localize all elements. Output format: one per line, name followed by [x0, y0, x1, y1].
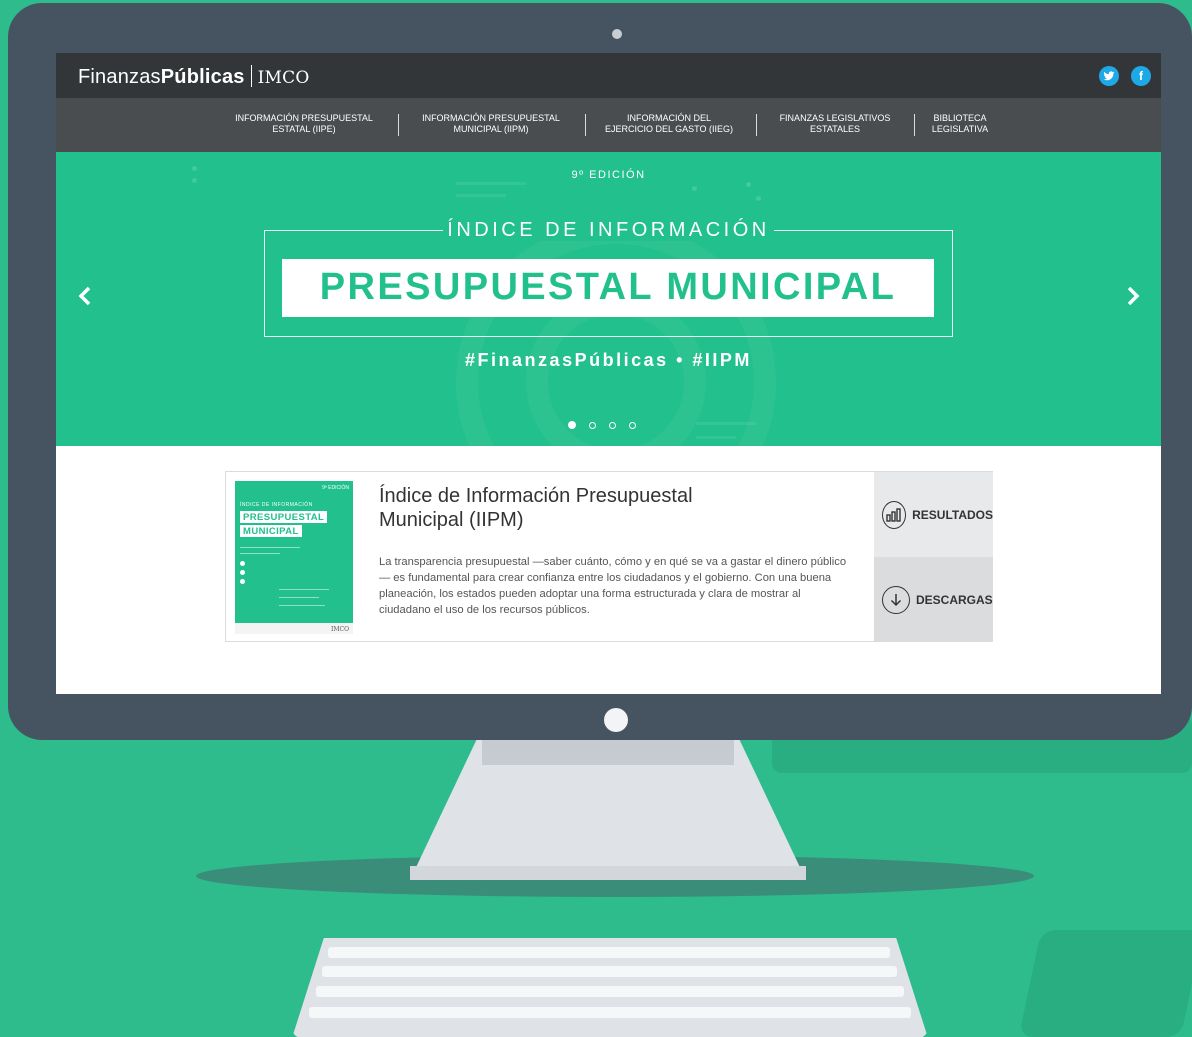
cover-subtitle: ÍNDICE DE INFORMACIÓN	[240, 502, 313, 508]
hero-decoration	[692, 186, 697, 191]
main-nav: INFORMACIÓN PRESUPUESTAL ESTATAL (IIPE) …	[56, 98, 1161, 152]
slider-dots	[568, 416, 649, 434]
keyboard-row	[322, 966, 897, 977]
top-bar: FinanzasPúblicas IMCO f	[56, 53, 1161, 98]
twitter-icon[interactable]	[1099, 66, 1119, 86]
cover-partner-logo: IMCO	[330, 626, 349, 633]
results-button[interactable]: RESULTADOS	[874, 472, 993, 557]
hero-decoration	[746, 182, 751, 187]
brand-text-light: Finanzas	[78, 66, 161, 88]
nav-item-iipm[interactable]: INFORMACIÓN PRESUPUESTAL MUNICIPAL (IIPM…	[417, 113, 565, 135]
slider-dot[interactable]	[589, 422, 596, 429]
power-button	[604, 708, 628, 732]
nav-separator	[756, 114, 757, 136]
report-card: 9ª EDICIÓN ÍNDICE DE INFORMACIÓN PRESUPU…	[225, 471, 993, 642]
hero-subtitle-text: ÍNDICE DE INFORMACIÓN	[443, 219, 774, 241]
nav-separator	[585, 114, 586, 136]
cover-decoration	[279, 605, 325, 606]
slider-dot[interactable]	[629, 422, 636, 429]
cover-edition: 9ª EDICIÓN	[322, 485, 349, 491]
nav-separator	[398, 114, 399, 136]
brand-logo[interactable]: FinanzasPúblicas IMCO	[78, 65, 310, 89]
downloads-button[interactable]: DESCARGAS	[874, 557, 993, 642]
download-arrow-icon	[882, 585, 910, 614]
brand-text-bold: Públicas	[160, 66, 245, 88]
nav-item-iieg[interactable]: INFORMACIÓN DEL EJERCICIO DEL GASTO (IIE…	[594, 113, 744, 135]
prev-slide-arrow[interactable]	[78, 286, 92, 312]
background-shape	[1018, 930, 1192, 1037]
hero-subtitle: ÍNDICE DE INFORMACIÓN	[56, 219, 1161, 242]
cover-decoration	[240, 579, 245, 584]
next-slide-arrow[interactable]	[1126, 286, 1140, 312]
monitor-stand-shade	[482, 738, 734, 765]
keyboard-row	[316, 986, 904, 997]
card-title: Índice de Información Presupuestal Munic…	[379, 485, 693, 531]
keyboard-row	[309, 1007, 911, 1018]
cover-footer: IMCO	[235, 623, 353, 634]
monitor-base	[410, 866, 806, 880]
cover-title-band: MUNICIPAL	[240, 525, 302, 537]
card-description: La transparencia presupuestal —saber cuá…	[379, 556, 847, 616]
results-label: RESULTADOS	[912, 507, 993, 522]
keyboard-row	[328, 947, 890, 958]
cover-title-band: PRESUPUESTAL	[240, 511, 328, 523]
nav-item-iipe[interactable]: INFORMACIÓN PRESUPUESTAL ESTATAL (IIPE)	[230, 113, 378, 135]
slider-dot[interactable]	[609, 422, 616, 429]
cover-decoration	[240, 547, 300, 548]
hero-decoration	[456, 182, 526, 185]
report-cover-thumbnail[interactable]: 9ª EDICIÓN ÍNDICE DE INFORMACIÓN PRESUPU…	[235, 481, 353, 634]
brand-separator	[250, 65, 252, 87]
bar-chart-icon	[882, 500, 907, 529]
cover-decoration	[240, 570, 245, 575]
cover-decoration	[240, 553, 280, 554]
hero-hashtags: #FinanzasPúblicas • #IIPM	[465, 350, 752, 370]
camera-dot	[612, 29, 622, 39]
hero-decoration	[696, 436, 736, 439]
nav-item-finanzas-legislativos[interactable]: FINANZAS LEGISLATIVOS ESTATALES	[768, 113, 902, 135]
cover-decoration	[240, 561, 245, 566]
nav-item-biblioteca[interactable]: BIBLIOTECA LEGISLATIVA	[924, 113, 996, 135]
partner-logo: IMCO	[257, 68, 310, 88]
screen: FinanzasPúblicas IMCO f INFORMACIÓN PRESU…	[56, 53, 1161, 694]
hero-title: PRESUPUESTAL MUNICIPAL	[319, 266, 897, 308]
downloads-label: DESCARGAS	[916, 592, 993, 607]
slider-dot[interactable]	[568, 421, 576, 429]
hero-decoration	[696, 422, 756, 425]
edition-label: 9º EDICIÓN	[571, 169, 646, 181]
hero-slider: 9º EDICIÓN ÍNDICE DE INFORMACIÓN PRESUPU…	[56, 152, 1161, 446]
cover-decoration	[279, 597, 319, 598]
cover-decoration	[279, 589, 329, 590]
hero-decoration	[756, 196, 761, 201]
hero-decoration	[456, 194, 506, 197]
facebook-icon[interactable]: f	[1131, 66, 1151, 86]
nav-separator	[914, 114, 915, 136]
